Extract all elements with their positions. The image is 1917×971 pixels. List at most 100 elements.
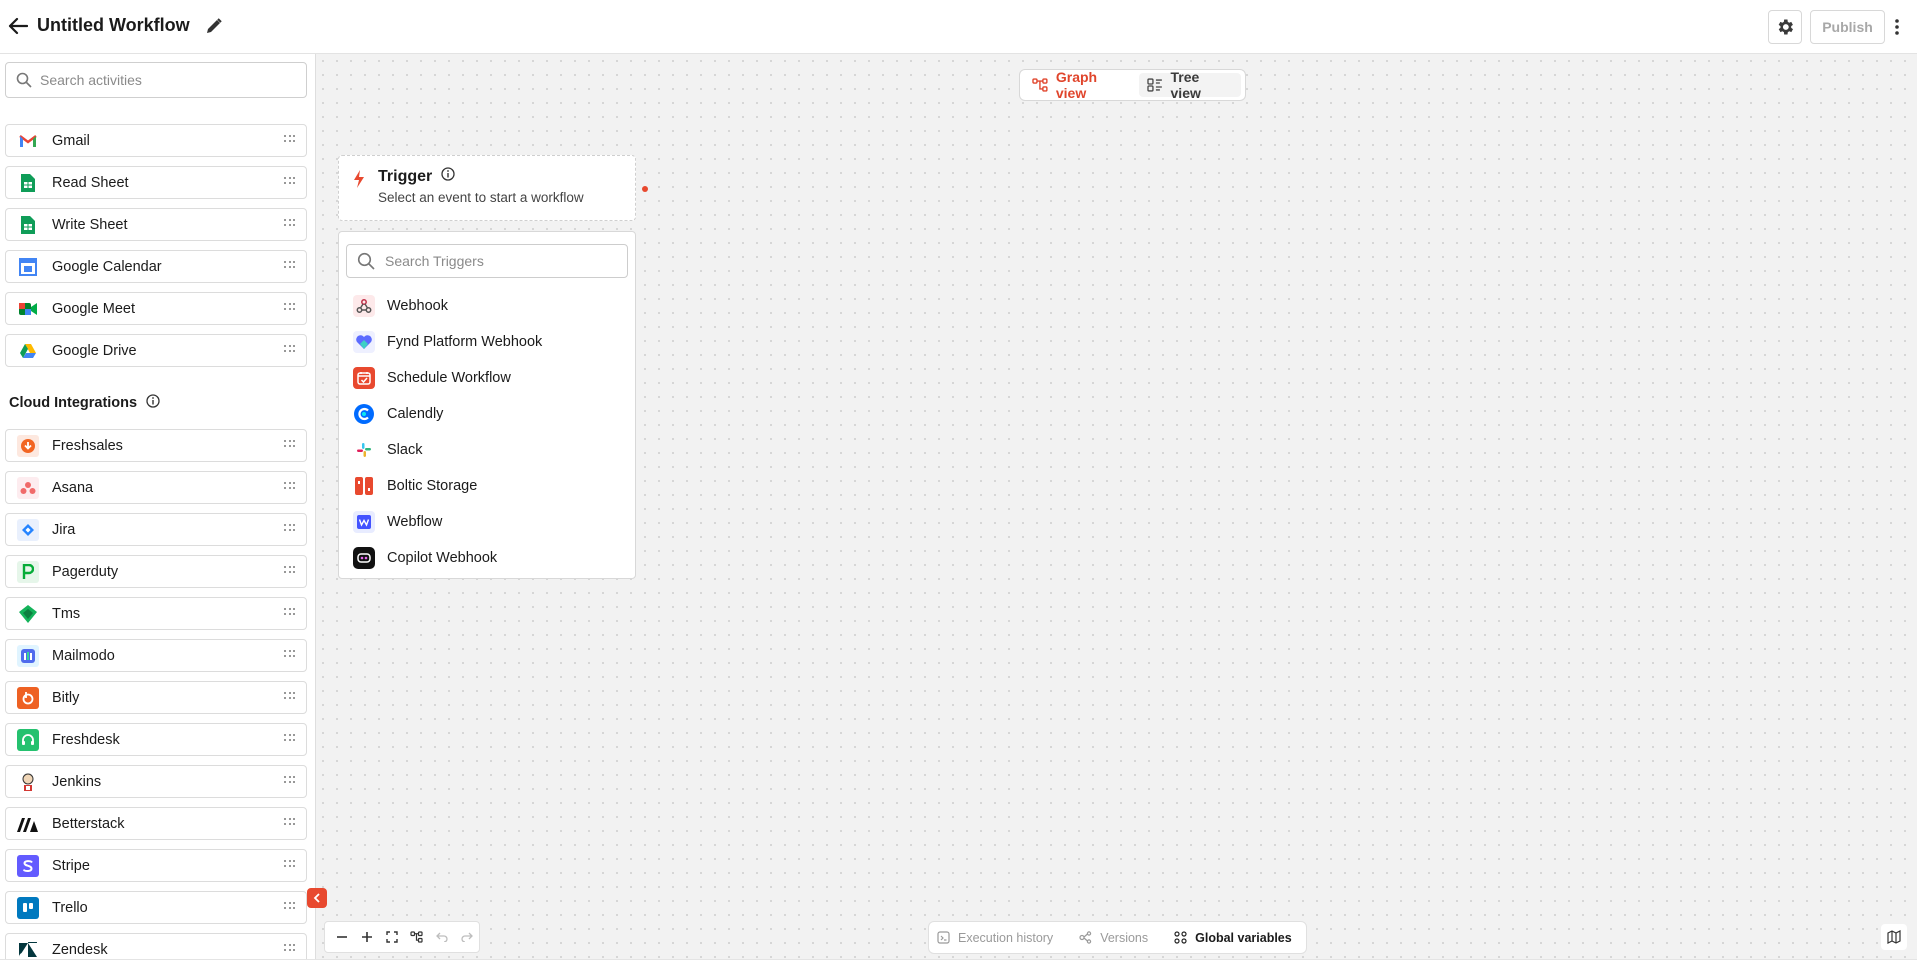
- trigger-title: Trigger: [378, 167, 433, 185]
- google-drive-icon: [17, 340, 39, 362]
- global-variables-button[interactable]: Global variables: [1174, 931, 1292, 945]
- freshsales-icon: [17, 434, 39, 457]
- graph-view-icon: [1032, 78, 1048, 92]
- integration-jenkins[interactable]: Jenkins: [5, 765, 307, 798]
- drag-handle-icon[interactable]: [284, 177, 295, 187]
- zoom-out-icon[interactable]: [329, 924, 354, 950]
- slack-icon: [353, 439, 375, 461]
- integration-stripe[interactable]: Stripe: [5, 849, 307, 882]
- activity-google-calendar[interactable]: Google Calendar: [5, 250, 307, 283]
- canvas-bottom-bar: Execution history Versions Global variab…: [928, 921, 1307, 954]
- graph-view-button[interactable]: Graph view: [1024, 69, 1139, 101]
- activity-google-meet[interactable]: Google Meet: [5, 292, 307, 325]
- info-icon[interactable]: [441, 167, 455, 186]
- freshdesk-icon: [17, 728, 39, 751]
- settings-gear-icon[interactable]: [1768, 10, 1802, 44]
- edit-pencil-icon[interactable]: [203, 15, 225, 37]
- integration-pagerduty[interactable]: Pagerduty: [5, 555, 307, 588]
- gmail-icon: [17, 130, 39, 152]
- trigger-node[interactable]: Trigger Select an event to start a workf…: [338, 155, 636, 221]
- activities-search[interactable]: [5, 62, 307, 98]
- integration-mailmodo[interactable]: Mailmodo: [5, 639, 307, 672]
- back-arrow-icon[interactable]: [6, 14, 30, 38]
- execution-history-icon: [937, 931, 950, 944]
- google-meet-icon: [17, 298, 39, 320]
- publish-button[interactable]: Publish: [1810, 10, 1885, 44]
- more-vertical-icon[interactable]: [1890, 12, 1904, 42]
- drag-handle-icon[interactable]: [284, 734, 295, 744]
- trigger-option-webflow[interactable]: Webflow: [339, 504, 635, 540]
- integration-trello[interactable]: Trello: [5, 891, 307, 924]
- integration-zendesk[interactable]: Zendesk: [5, 933, 307, 959]
- trigger-option-fynd-platform-webhook[interactable]: Fynd Platform Webhook: [339, 324, 635, 360]
- undo-icon[interactable]: [429, 924, 454, 950]
- drag-handle-icon[interactable]: [284, 219, 295, 229]
- calendly-icon: [353, 403, 375, 425]
- jira-icon: [17, 518, 39, 541]
- workflow-canvas[interactable]: Graph view Tree view Trigger Select an e…: [316, 54, 1917, 959]
- drag-handle-icon[interactable]: [284, 692, 295, 702]
- activity-gmail[interactable]: Gmail: [5, 124, 307, 157]
- trigger-option-schedule-workflow[interactable]: Schedule Workflow: [339, 360, 635, 396]
- trigger-option-copilot-webhook[interactable]: Copilot Webhook: [339, 540, 635, 576]
- trigger-option-boltic-storage[interactable]: Boltic Storage: [339, 468, 635, 504]
- drag-handle-icon[interactable]: [284, 303, 295, 313]
- cloud-integrations-heading: Cloud Integrations: [9, 394, 160, 412]
- fit-view-icon[interactable]: [379, 924, 404, 950]
- bitly-icon: [17, 686, 39, 709]
- activity-google-drive[interactable]: Google Drive: [5, 334, 307, 367]
- drag-handle-icon[interactable]: [284, 345, 295, 355]
- drag-handle-icon[interactable]: [284, 944, 295, 954]
- integration-bitly[interactable]: Bitly: [5, 681, 307, 714]
- integration-freshsales[interactable]: Freshsales: [5, 429, 307, 462]
- search-icon: [357, 252, 375, 270]
- drag-handle-icon[interactable]: [284, 860, 295, 870]
- trello-icon: [17, 896, 39, 919]
- drag-handle-icon[interactable]: [284, 776, 295, 786]
- betterstack-icon: [17, 813, 39, 835]
- webhook-icon: [353, 295, 375, 317]
- redo-icon[interactable]: [454, 924, 479, 950]
- triggers-search[interactable]: [346, 244, 628, 278]
- auto-layout-icon[interactable]: [404, 924, 429, 950]
- versions-button[interactable]: Versions: [1079, 931, 1148, 945]
- activity-read-sheet[interactable]: Read Sheet: [5, 166, 307, 199]
- drag-handle-icon[interactable]: [284, 135, 295, 145]
- trigger-option-webhook[interactable]: Webhook: [339, 288, 635, 324]
- integration-betterstack[interactable]: Betterstack: [5, 807, 307, 840]
- drag-handle-icon[interactable]: [284, 482, 295, 492]
- integration-jira[interactable]: Jira: [5, 513, 307, 546]
- zendesk-icon: [17, 939, 39, 960]
- minimap-icon[interactable]: [1881, 924, 1907, 950]
- search-activities-input[interactable]: [40, 72, 290, 88]
- drag-handle-icon[interactable]: [284, 440, 295, 450]
- drag-handle-icon[interactable]: [284, 608, 295, 618]
- trigger-connector-dot[interactable]: [642, 186, 648, 192]
- zoom-controls: [324, 921, 480, 953]
- drag-handle-icon[interactable]: [284, 261, 295, 271]
- zoom-in-icon[interactable]: [354, 924, 379, 950]
- trigger-option-calendly[interactable]: Calendly: [339, 396, 635, 432]
- integration-asana[interactable]: Asana: [5, 471, 307, 504]
- drag-handle-icon[interactable]: [284, 650, 295, 660]
- footer-strip: [0, 959, 1917, 971]
- webflow-icon: [353, 511, 375, 533]
- drag-handle-icon[interactable]: [284, 902, 295, 912]
- collapse-sidebar-chevron-icon[interactable]: [307, 888, 327, 908]
- integration-freshdesk[interactable]: Freshdesk: [5, 723, 307, 756]
- integration-tms[interactable]: Tms: [5, 597, 307, 630]
- view-toggle: Graph view Tree view: [1019, 69, 1246, 101]
- search-triggers-input[interactable]: [385, 253, 615, 269]
- global-variables-icon: [1174, 931, 1187, 944]
- drag-handle-icon[interactable]: [284, 818, 295, 828]
- drag-handle-icon[interactable]: [284, 566, 295, 576]
- lightning-bolt-icon: [353, 170, 365, 192]
- activity-write-sheet[interactable]: Write Sheet: [5, 208, 307, 241]
- search-icon: [16, 72, 32, 88]
- tree-view-button[interactable]: Tree view: [1138, 69, 1241, 101]
- execution-history-button[interactable]: Execution history: [937, 931, 1053, 945]
- drag-handle-icon[interactable]: [284, 524, 295, 534]
- pagerduty-icon: [17, 560, 39, 583]
- info-icon[interactable]: [146, 394, 160, 412]
- trigger-option-slack[interactable]: Slack: [339, 432, 635, 468]
